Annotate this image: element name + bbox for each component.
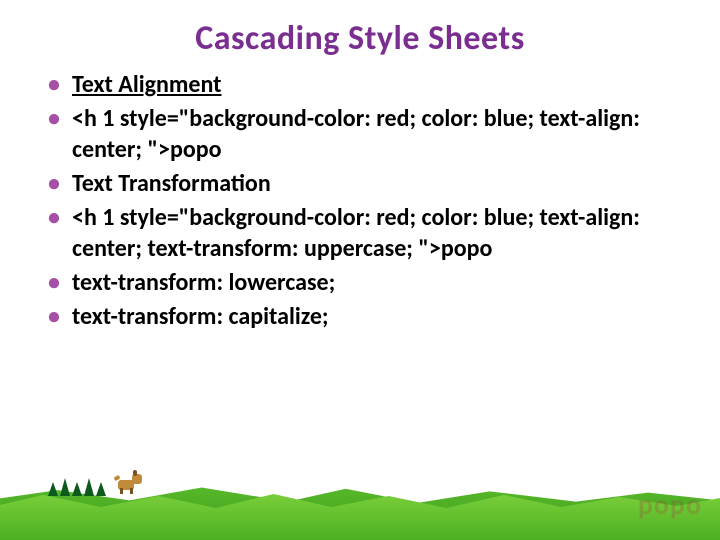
list-item: Text Transformation [48, 168, 672, 200]
dog-icon [112, 470, 142, 494]
bullet-text: Text Transformation [72, 169, 271, 198]
slide-content: Text Alignment <h 1 style="background-co… [0, 65, 720, 332]
slide: Cascading Style Sheets Text Alignment <h… [0, 0, 720, 540]
list-item: text-transform: capitalize; [48, 301, 672, 333]
list-item: <h 1 style="background-color: red; color… [48, 103, 672, 166]
tree-icon [96, 482, 106, 496]
list-item: Text Alignment [48, 69, 672, 101]
trees-icon [48, 478, 106, 496]
tree-icon [48, 482, 58, 496]
bullet-text: text-transform: lowercase; [72, 268, 335, 297]
bullet-text: Text Alignment [72, 70, 221, 99]
tree-icon [72, 482, 82, 496]
bullet-text: text-transform: capitalize; [72, 302, 329, 331]
bullet-text: <h 1 style="background-color: red; color… [72, 203, 640, 264]
tree-icon [84, 478, 94, 496]
bullet-text: <h 1 style="background-color: red; color… [72, 104, 640, 165]
list-item: text-transform: lowercase; [48, 267, 672, 299]
watermark: popo [638, 487, 702, 522]
list-item: <h 1 style="background-color: red; color… [48, 202, 672, 265]
tree-icon [60, 478, 70, 496]
bullet-list: Text Alignment <h 1 style="background-co… [48, 69, 672, 332]
slide-title: Cascading Style Sheets [0, 0, 720, 65]
ground-decoration: popo [0, 460, 720, 540]
